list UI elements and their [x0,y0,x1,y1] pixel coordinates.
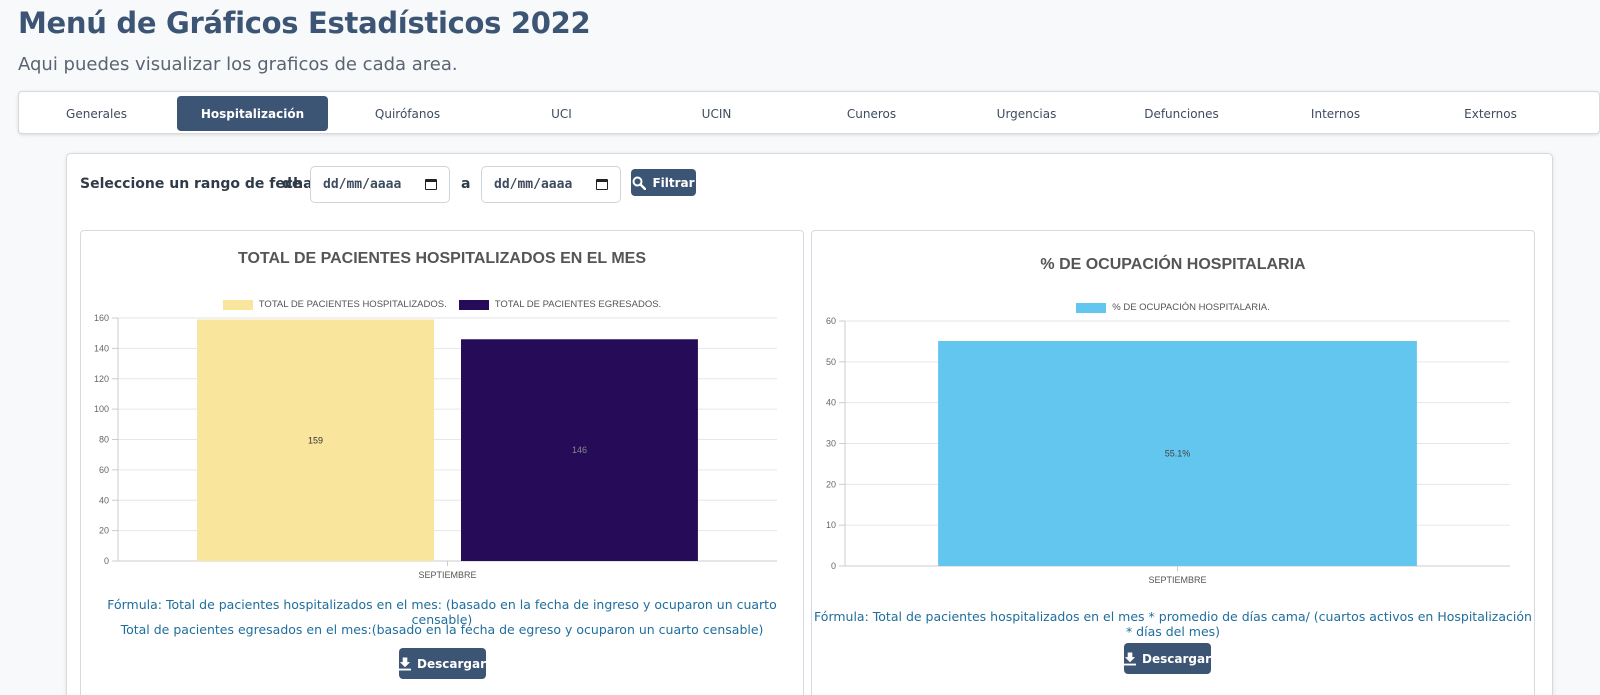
data-label: 146 [572,445,587,455]
y-tick-label: 20 [826,479,836,489]
y-tick-label: 40 [99,495,109,505]
y-tick-label: 120 [94,374,109,384]
legend-item-egresados[interactable]: TOTAL DE PACIENTES EGRESADOS. [458,299,662,310]
tab-externos[interactable]: Externos [1415,96,1566,131]
x-category-label: SEPTIEMBRE [1148,575,1206,585]
y-tick-label: 0 [831,561,836,571]
occupancy-bar-chart: 0 10 20 30 40 50 60 55.1% SEPTIEMBRE [826,316,1510,585]
legend-label: TOTAL DE PACIENTES EGRESADOS. [494,299,662,310]
date-from-input[interactable]: dd/mm/aaaa [310,166,450,203]
to-label: a [461,176,471,192]
chart-title: % DE OCUPACIÓN HOSPITALARIA [1040,256,1306,273]
y-tick-label: 100 [94,404,109,414]
date-to-input[interactable]: dd/mm/aaaa [481,166,621,203]
page-title: Menú de Gráficos Estadísticos 2022 [18,6,591,40]
y-tick-label: 140 [94,343,109,353]
y-tick-label: 10 [826,520,836,530]
tab-hospitalizacion[interactable]: Hospitalización [177,96,328,131]
tab-defunciones[interactable]: Defunciones [1106,96,1257,131]
y-tick-label: 160 [94,313,109,323]
charts-card: Seleccione un rango de fechas: de dd/mm/… [66,153,1553,695]
hospitalized-bar-chart: 0 20 40 60 80 100 120 140 160 159 146 SEPTIEMBRE [94,313,777,580]
page-subtitle: Aqui puedes visualizar los graficos de c… [18,54,458,75]
tab-cuneros[interactable]: Cuneros [796,96,947,131]
data-label: 55.1% [1165,449,1191,459]
tab-quirofanos[interactable]: Quirófanos [332,96,483,131]
legend-label: TOTAL DE PACIENTES HOSPITALIZADOS. [258,299,447,310]
download-button[interactable]: Descargar [1124,643,1211,674]
download-button[interactable]: Descargar [399,648,486,679]
chart-legend: TOTAL DE PACIENTES HOSPITALIZADOS. TOTAL… [81,299,803,310]
calendar-icon[interactable] [425,179,437,190]
area-tabs-nav: Generales Hospitalización Quirófanos UCI… [18,91,1600,134]
search-icon [632,176,647,190]
download-icon [399,657,412,670]
tab-ucin[interactable]: UCIN [641,96,792,131]
download-button-label: Descargar [1142,651,1211,666]
y-tick-label: 20 [99,526,109,536]
hospitalized-chart-panel: TOTAL DE PACIENTES HOSPITALIZADOS EN EL … [80,230,804,695]
data-label: 159 [308,435,323,445]
filter-button[interactable]: Filtrar [631,169,696,196]
tab-uci[interactable]: UCI [486,96,637,131]
download-icon [1124,652,1137,665]
download-button-label: Descargar [417,656,486,671]
date-to-placeholder: dd/mm/aaaa [494,177,573,192]
calendar-icon[interactable] [596,179,608,190]
tab-urgencias[interactable]: Urgencias [951,96,1102,131]
legend-swatch [222,299,253,310]
formula-ocupacion: Fórmula: Total de pacientes hospitalizad… [814,609,1532,639]
y-tick-label: 40 [826,398,836,408]
y-tick-label: 60 [99,465,109,475]
from-label: de [282,176,302,192]
y-tick-label: 50 [826,357,836,367]
formula-egresados: Total de pacientes egresados en el mes:(… [120,622,764,637]
y-tick-label: 80 [99,435,109,445]
legend-swatch [458,299,489,310]
y-tick-label: 0 [104,556,109,566]
tab-generales[interactable]: Generales [21,96,172,131]
x-category-label: SEPTIEMBRE [418,570,476,580]
filter-button-label: Filtrar [652,175,695,190]
tab-internos[interactable]: Internos [1260,96,1411,131]
chart-title: TOTAL DE PACIENTES HOSPITALIZADOS EN EL … [237,250,647,267]
legend-item-hospitalizados[interactable]: TOTAL DE PACIENTES HOSPITALIZADOS. [222,299,447,310]
date-from-placeholder: dd/mm/aaaa [323,177,402,192]
y-tick-label: 30 [826,439,836,449]
y-tick-label: 60 [826,316,836,326]
occupancy-chart-panel: % DE OCUPACIÓN HOSPITALARIA % DE OCUPACI… [811,230,1535,695]
